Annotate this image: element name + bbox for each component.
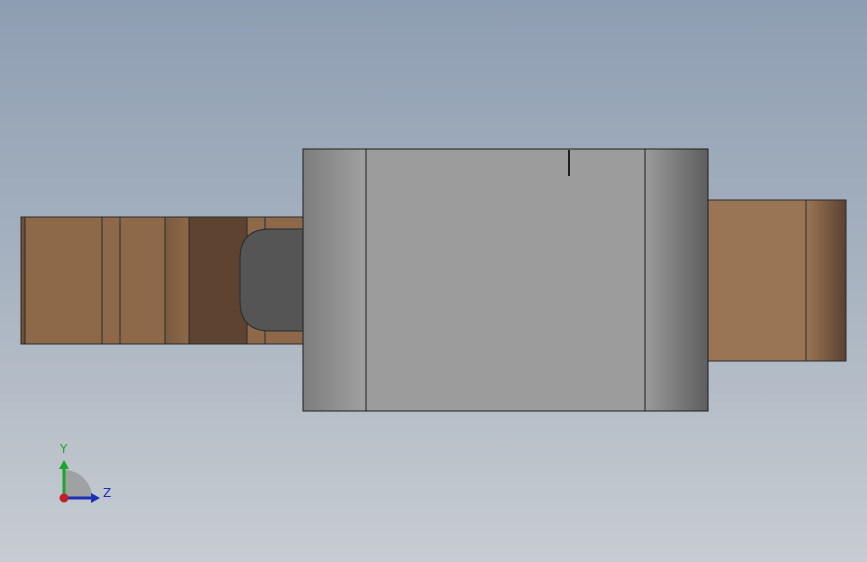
main-body[interactable] (302, 148, 709, 412)
model-part[interactable] (0, 0, 867, 562)
shaft-slot[interactable] (239, 228, 304, 332)
y-axis-label: Y (60, 442, 68, 456)
z-axis-label: Z (103, 486, 112, 500)
right-shaft[interactable] (707, 199, 847, 362)
graphics-viewport[interactable]: Y Z (0, 0, 867, 562)
